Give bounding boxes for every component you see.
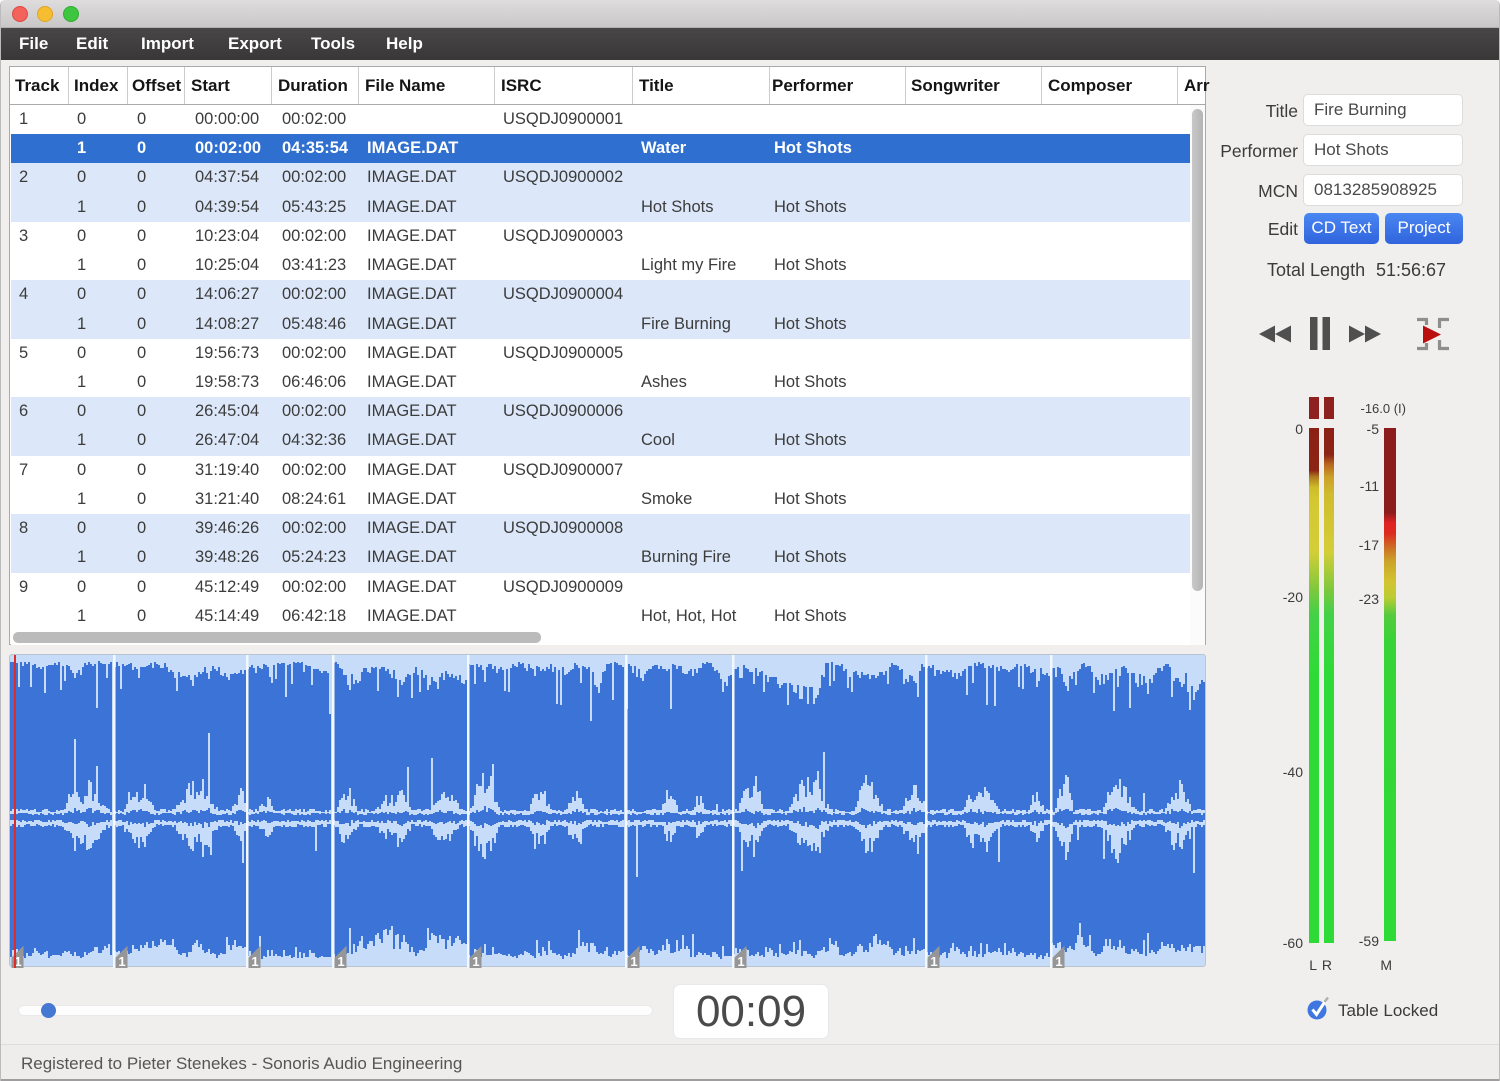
svg-text:1: 1 [1055,954,1062,968]
svg-text:1: 1 [472,954,479,968]
svg-text:1: 1 [118,954,125,968]
svg-text:1: 1 [630,954,637,968]
svg-text:1: 1 [737,954,744,968]
svg-text:1: 1 [930,954,937,968]
svg-text:1: 1 [251,954,258,968]
svg-text:1: 1 [337,954,344,968]
